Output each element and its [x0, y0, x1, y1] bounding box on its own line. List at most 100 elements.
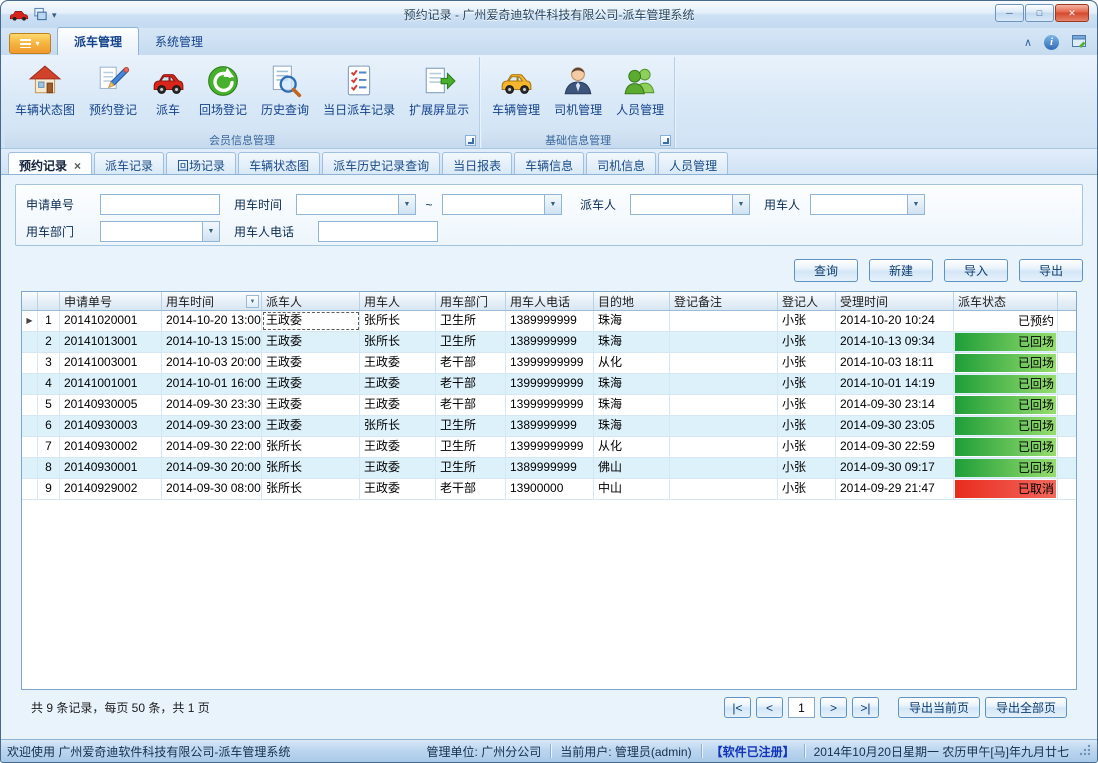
cell-user[interactable]: 王政委: [360, 458, 436, 478]
app-car-icon[interactable]: [9, 8, 29, 22]
table-row[interactable]: 5201409300052014-09-30 23:30王政委王政委老干部139…: [22, 395, 1076, 416]
cell-dispatcher[interactable]: 王政委: [262, 332, 360, 352]
cell-dept[interactable]: 卫生所: [436, 458, 506, 478]
phone-input[interactable]: [318, 221, 438, 242]
cascade-windows-icon[interactable]: [33, 7, 48, 22]
cell-registrar[interactable]: 小张: [778, 458, 836, 478]
column-header-user[interactable]: 用车人: [360, 292, 436, 310]
cell-registrar[interactable]: 小张: [778, 416, 836, 436]
cell-destination[interactable]: 从化: [594, 353, 670, 373]
table-row[interactable]: ▶1201410200012014-10-20 13:00王政委张所长卫生所13…: [22, 311, 1076, 332]
cell-phone[interactable]: 13999999999: [506, 353, 594, 373]
cell-status[interactable]: 已回场: [954, 437, 1058, 457]
maximize-button[interactable]: □: [1025, 4, 1054, 22]
ribbon-button[interactable]: 车辆管理: [485, 60, 547, 120]
doc-tab[interactable]: 车辆信息: [514, 152, 584, 174]
cell-registrar[interactable]: 小张: [778, 311, 836, 331]
cell-dept[interactable]: 卫生所: [436, 332, 506, 352]
next-page-button[interactable]: >: [820, 697, 847, 718]
cell-user[interactable]: 王政委: [360, 374, 436, 394]
cell-user[interactable]: 张所长: [360, 332, 436, 352]
doc-tab[interactable]: 车辆状态图: [238, 152, 320, 174]
chevron-down-icon[interactable]: ▼: [398, 195, 415, 214]
cell-order_no[interactable]: 20140930003: [60, 416, 162, 436]
cell-use_time[interactable]: 2014-10-01 16:00: [162, 374, 262, 394]
cell-dept[interactable]: 老干部: [436, 479, 506, 499]
column-header-dispatcher[interactable]: 派车人: [262, 292, 360, 310]
ribbon-tab[interactable]: 派车管理: [57, 27, 139, 55]
filter-dropdown-icon[interactable]: ▼: [246, 295, 259, 308]
cell-phone[interactable]: 13999999999: [506, 395, 594, 415]
column-header-registrar[interactable]: 登记人: [778, 292, 836, 310]
cell-use_time[interactable]: 2014-10-20 13:00: [162, 311, 262, 331]
cell-dispatcher[interactable]: 王政委: [262, 353, 360, 373]
table-row[interactable]: 8201409300012014-09-30 20:00张所长王政委卫生所138…: [22, 458, 1076, 479]
column-header-order_no[interactable]: 申请单号: [60, 292, 162, 310]
cell-use_time[interactable]: 2014-09-30 23:00: [162, 416, 262, 436]
cell-use_time[interactable]: 2014-09-30 08:00: [162, 479, 262, 499]
new-button[interactable]: 新建: [869, 259, 933, 282]
cell-user[interactable]: 王政委: [360, 395, 436, 415]
cell-dept[interactable]: 卫生所: [436, 416, 506, 436]
cell-remark[interactable]: [670, 374, 778, 394]
column-header-remark[interactable]: 登记备注: [670, 292, 778, 310]
cell-dispatcher[interactable]: 王政委: [262, 311, 360, 331]
cell-phone[interactable]: 1389999999: [506, 416, 594, 436]
cell-remark[interactable]: [670, 332, 778, 352]
cell-phone[interactable]: 1389999999: [506, 311, 594, 331]
cell-status[interactable]: 已回场: [954, 374, 1058, 394]
chevron-down-icon[interactable]: ▼: [907, 195, 924, 214]
doc-tab[interactable]: 司机信息: [586, 152, 656, 174]
order-no-input[interactable]: [100, 194, 220, 215]
cell-destination[interactable]: 珠海: [594, 332, 670, 352]
cell-dept[interactable]: 老干部: [436, 395, 506, 415]
dispatcher-combo[interactable]: ▼: [630, 194, 750, 215]
cell-dept[interactable]: 老干部: [436, 353, 506, 373]
use-time-from-combo[interactable]: ▼: [296, 194, 416, 215]
table-row[interactable]: 9201409290022014-09-30 08:00张所长王政委老干部139…: [22, 479, 1076, 500]
cell-accept_time[interactable]: 2014-10-20 10:24: [836, 311, 954, 331]
dialog-launcher-icon[interactable]: [465, 135, 476, 146]
cell-order_no[interactable]: 20140930005: [60, 395, 162, 415]
cell-status[interactable]: 已回场: [954, 353, 1058, 373]
cell-remark[interactable]: [670, 353, 778, 373]
cell-order_no[interactable]: 20140929002: [60, 479, 162, 499]
table-row[interactable]: 4201410010012014-10-01 16:00王政委王政委老干部139…: [22, 374, 1076, 395]
cell-status[interactable]: 已回场: [954, 332, 1058, 352]
ribbon-button[interactable]: 扩展屏显示: [402, 60, 476, 120]
cell-user[interactable]: 张所长: [360, 311, 436, 331]
close-button[interactable]: ✕: [1055, 4, 1089, 22]
chevron-down-icon[interactable]: ▼: [202, 222, 219, 241]
cell-dispatcher[interactable]: 张所长: [262, 458, 360, 478]
qat-dropdown-icon[interactable]: ▾: [52, 8, 57, 21]
cell-dept[interactable]: 卫生所: [436, 311, 506, 331]
resize-grip[interactable]: [1079, 744, 1091, 759]
table-row[interactable]: 7201409300022014-09-30 22:00张所长王政委卫生所139…: [22, 437, 1076, 458]
cell-remark[interactable]: [670, 458, 778, 478]
cell-user[interactable]: 张所长: [360, 416, 436, 436]
cell-destination[interactable]: 珠海: [594, 416, 670, 436]
cell-status[interactable]: 已预约: [954, 311, 1058, 331]
cell-dispatcher[interactable]: 张所长: [262, 479, 360, 499]
cell-order_no[interactable]: 20141003001: [60, 353, 162, 373]
cell-registrar[interactable]: 小张: [778, 374, 836, 394]
collapse-ribbon-icon[interactable]: ∧: [1024, 36, 1032, 49]
minimize-button[interactable]: ─: [995, 4, 1024, 22]
cell-destination[interactable]: 珠海: [594, 374, 670, 394]
ribbon-button[interactable]: 回场登记: [192, 60, 254, 120]
column-header-dept[interactable]: 用车部门: [436, 292, 506, 310]
doc-tab[interactable]: 预约记录×: [8, 152, 92, 174]
close-icon[interactable]: ×: [74, 159, 81, 173]
page-number-input[interactable]: [788, 697, 815, 718]
cell-accept_time[interactable]: 2014-10-03 18:11: [836, 353, 954, 373]
cell-destination[interactable]: 从化: [594, 437, 670, 457]
chevron-down-icon[interactable]: ▼: [544, 195, 561, 214]
cell-phone[interactable]: 13999999999: [506, 437, 594, 457]
cell-destination[interactable]: 珠海: [594, 395, 670, 415]
cell-accept_time[interactable]: 2014-10-01 14:19: [836, 374, 954, 394]
column-header-use_time[interactable]: 用车时间▼: [162, 292, 262, 310]
cell-dispatcher[interactable]: 王政委: [262, 416, 360, 436]
cell-remark[interactable]: [670, 395, 778, 415]
cell-accept_time[interactable]: 2014-10-13 09:34: [836, 332, 954, 352]
doc-tab[interactable]: 派车历史记录查询: [322, 152, 440, 174]
